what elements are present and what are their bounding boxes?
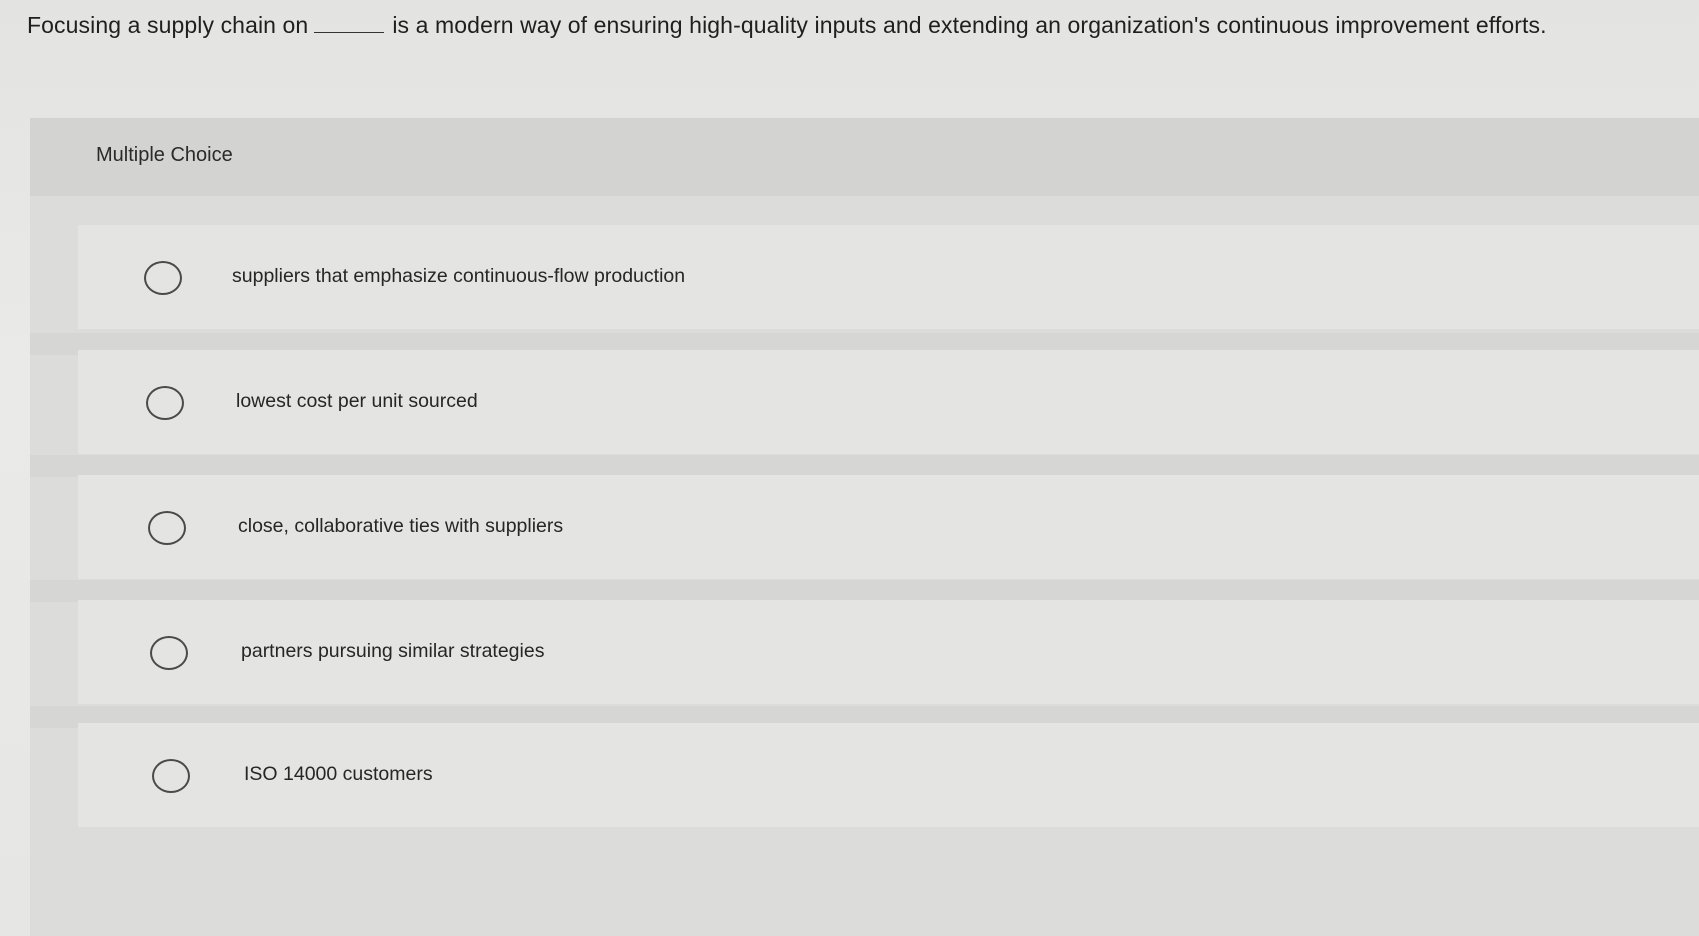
answer-option[interactable]: close, collaborative ties with suppliers (78, 475, 1699, 579)
answer-option-label: suppliers that emphasize continuous-flow… (232, 265, 686, 287)
answer-option[interactable]: partners pursuing similar strategies (78, 600, 1699, 704)
multiple-choice-title: Multiple Choice (96, 144, 233, 166)
question-text-before-blank: Focusing a supply chain on (27, 12, 309, 38)
answer-option-label: close, collaborative ties with suppliers (238, 515, 564, 537)
radio-button[interactable] (148, 511, 186, 545)
answer-option[interactable]: ISO 14000 customers (78, 723, 1699, 827)
answer-option-label: partners pursuing similar strategies (241, 640, 545, 662)
radio-button[interactable] (146, 386, 184, 420)
question-text-after-blank: is a modern way of ensuring high-quality… (392, 12, 1547, 38)
multiple-choice-panel: Multiple Choice suppliers that emphasize… (30, 118, 1699, 936)
answer-option[interactable]: suppliers that emphasize continuous-flow… (78, 225, 1699, 329)
radio-button[interactable] (144, 261, 182, 295)
answer-option[interactable]: lowest cost per unit sourced (78, 350, 1699, 454)
radio-button[interactable] (152, 759, 190, 793)
answer-blank (314, 31, 385, 33)
divider (30, 455, 1699, 477)
answer-option-label: lowest cost per unit sourced (236, 390, 478, 412)
divider (30, 580, 1699, 602)
answer-option-label: ISO 14000 customers (244, 763, 433, 785)
radio-button[interactable] (150, 636, 188, 670)
question-text: Focusing a supply chain on is a modern wa… (27, 8, 1687, 42)
multiple-choice-header: Multiple Choice (30, 118, 1699, 196)
